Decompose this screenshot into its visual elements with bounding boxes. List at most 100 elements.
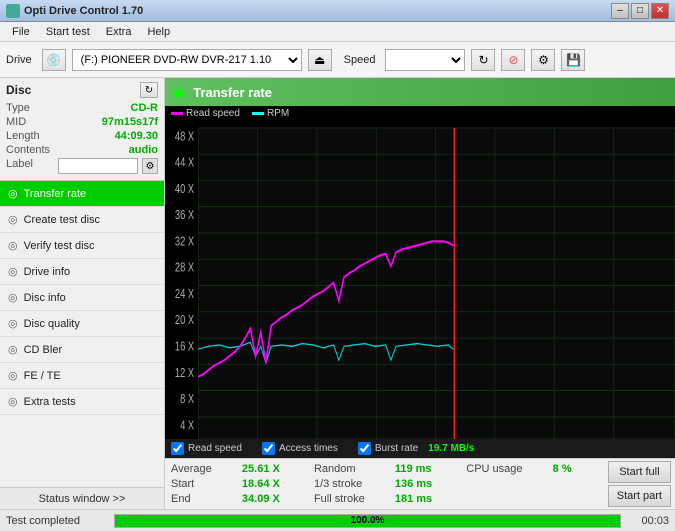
legend-read-speed-label: Read speed: [186, 108, 240, 119]
close-button[interactable]: ✕: [651, 3, 669, 19]
create-test-disc-icon: ◎: [8, 213, 18, 226]
time-display: 00:03: [629, 515, 669, 527]
stat-cpu-key: CPU usage: [466, 463, 552, 475]
svg-text:48 X: 48 X: [175, 130, 195, 144]
chart-container: 48 X 44 X 40 X 36 X 32 X 28 X 24 X 20 X …: [165, 121, 675, 439]
titlebar: Opti Drive Control 1.70 – □ ✕: [0, 0, 675, 22]
stat-fullstroke-val: 181 ms: [395, 493, 466, 505]
access-times-checkbox-label: Access times: [279, 443, 338, 454]
disc-label-button[interactable]: ⚙: [142, 158, 158, 174]
burst-rate-value: 19.7 MB/s: [428, 443, 474, 454]
titlebar-controls: – □ ✕: [611, 3, 669, 19]
nav-items: ◎ Transfer rate ◎ Create test disc ◎ Ver…: [0, 181, 164, 487]
nav-disc-info[interactable]: ◎ Disc info: [0, 285, 164, 311]
drive-label: Drive: [6, 54, 32, 66]
chart-header-icon: ◉: [173, 84, 185, 101]
drive-icon-btn[interactable]: 💿: [42, 49, 66, 71]
nav-verify-test-disc-label: Verify test disc: [24, 240, 95, 252]
chart-header: ◉ Transfer rate: [165, 78, 675, 106]
extra-tests-icon: ◎: [8, 395, 18, 408]
svg-text:16 X: 16 X: [175, 340, 195, 354]
transfer-rate-icon: ◎: [8, 187, 18, 200]
disc-label-input-row: ⚙: [58, 158, 158, 174]
stat-end-val: 34.09 X: [242, 493, 314, 505]
svg-text:12 X: 12 X: [175, 367, 195, 381]
menu-help[interactable]: Help: [139, 24, 178, 40]
stat-average-key: Average: [171, 463, 242, 475]
svg-text:4 X: 4 X: [180, 419, 195, 433]
settings-button[interactable]: ⚙: [531, 49, 555, 71]
chart-legend: Read speed RPM: [165, 106, 675, 121]
status-text: Test completed: [6, 515, 106, 527]
disc-mid-key: MID: [6, 116, 26, 128]
nav-transfer-rate[interactable]: ◎ Transfer rate: [0, 181, 164, 207]
stat-end-key: End: [171, 493, 242, 505]
drive-select[interactable]: (F:) PIONEER DVD-RW DVR-217 1.10: [72, 49, 302, 71]
menu-start-test[interactable]: Start test: [38, 24, 98, 40]
disc-header: Disc ↻: [6, 82, 158, 98]
menu-extra[interactable]: Extra: [98, 24, 140, 40]
stats-grid: Average 25.61 X Random 119 ms CPU usage …: [165, 459, 604, 509]
svg-text:44 X: 44 X: [175, 156, 195, 170]
nav-fe-te[interactable]: ◎ FE / TE: [0, 363, 164, 389]
disc-quality-icon: ◎: [8, 317, 18, 330]
start-full-button[interactable]: Start full: [608, 461, 671, 483]
nav-disc-quality[interactable]: ◎ Disc quality: [0, 311, 164, 337]
stats-buttons-area: Average 25.61 X Random 119 ms CPU usage …: [165, 458, 675, 509]
read-speed-checkbox[interactable]: [171, 442, 184, 455]
burst-rate-checkbox[interactable]: [358, 442, 371, 455]
right-panel: ◉ Transfer rate Read speed RPM: [165, 78, 675, 509]
burst-rate-checkbox-label: Burst rate: [375, 443, 418, 454]
stat-start-key: Start: [171, 478, 242, 490]
legend-read-speed-color: [171, 112, 183, 115]
save-button[interactable]: 💾: [561, 49, 585, 71]
nav-verify-test-disc[interactable]: ◎ Verify test disc: [0, 233, 164, 259]
legend-read-speed: Read speed: [171, 108, 240, 119]
nav-disc-info-label: Disc info: [24, 292, 66, 304]
disc-info-icon: ◎: [8, 291, 18, 304]
drive-info-icon: ◎: [8, 265, 18, 278]
nav-fe-te-label: FE / TE: [24, 370, 61, 382]
svg-text:20 X: 20 X: [175, 314, 195, 328]
start-part-button[interactable]: Start part: [608, 485, 671, 507]
main-area: Disc ↻ Type CD-R MID 97m15s17f Length 44…: [0, 78, 675, 509]
menubar: File Start test Extra Help: [0, 22, 675, 42]
menu-file[interactable]: File: [4, 24, 38, 40]
nav-extra-tests[interactable]: ◎ Extra tests: [0, 389, 164, 415]
disc-type-key: Type: [6, 102, 30, 114]
nav-drive-info-label: Drive info: [24, 266, 70, 278]
disc-refresh-button[interactable]: ↻: [140, 82, 158, 98]
chart-title: Transfer rate: [193, 85, 272, 100]
disc-label-input[interactable]: [58, 158, 138, 174]
stat-fullstroke-key: Full stroke: [314, 493, 395, 505]
nav-cd-bler[interactable]: ◎ CD Bler: [0, 337, 164, 363]
statusbar: Test completed 100.0% 00:03: [0, 509, 675, 531]
titlebar-left: Opti Drive Control 1.70: [6, 4, 143, 18]
minimize-button[interactable]: –: [611, 3, 629, 19]
stat-random-key: Random: [314, 463, 395, 475]
stat-start-val: 18.64 X: [242, 478, 314, 490]
refresh-speed-button[interactable]: ↻: [471, 49, 495, 71]
disc-length-value: 44:09.30: [115, 130, 158, 142]
nav-drive-info[interactable]: ◎ Drive info: [0, 259, 164, 285]
verify-test-disc-icon: ◎: [8, 239, 18, 252]
chart-checkboxes: Read speed Access times Burst rate 19.7 …: [165, 439, 675, 458]
clear-button[interactable]: ⊘: [501, 49, 525, 71]
status-window-button[interactable]: Status window >>: [0, 487, 164, 509]
speed-label: Speed: [344, 54, 376, 66]
cd-bler-icon: ◎: [8, 343, 18, 356]
speed-select[interactable]: [385, 49, 465, 71]
app-title: Opti Drive Control 1.70: [24, 5, 143, 17]
progress-text: 100.0%: [115, 515, 620, 527]
eject-button[interactable]: ⏏: [308, 49, 332, 71]
chart-svg: 48 X 44 X 40 X 36 X 32 X 28 X 24 X 20 X …: [165, 121, 675, 439]
maximize-button[interactable]: □: [631, 3, 649, 19]
access-times-checkbox[interactable]: [262, 442, 275, 455]
disc-type-value: CD-R: [131, 102, 159, 114]
svg-text:24 X: 24 X: [175, 288, 195, 302]
nav-create-test-disc-label: Create test disc: [24, 214, 100, 226]
stat-average-val: 25.61 X: [242, 463, 314, 475]
disc-contents-value: audio: [129, 144, 158, 156]
nav-create-test-disc[interactable]: ◎ Create test disc: [0, 207, 164, 233]
check-access-times: Access times: [262, 442, 338, 455]
